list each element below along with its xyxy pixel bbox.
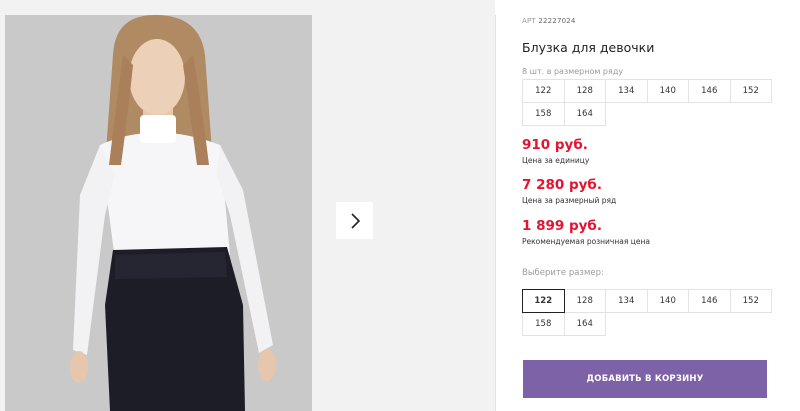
pack-size-cell: 122 [522, 79, 565, 103]
unit-price: 910 руб. [522, 137, 588, 153]
product-gallery [0, 0, 495, 411]
retail-price: 1 899 руб. [522, 218, 602, 234]
unit-price-caption: Цена за единицу [522, 156, 590, 165]
size-picker: 122 128 134 140 146 152 158 164 [522, 289, 772, 336]
size-option[interactable]: 146 [688, 289, 731, 313]
panel-divider [495, 15, 496, 411]
product-photo[interactable] [5, 15, 312, 411]
product-title: Блузка для девочки [522, 40, 655, 55]
pack-size-cell: 158 [522, 102, 565, 126]
pack-size-cell: 152 [729, 79, 772, 103]
article-label: АРТ [522, 17, 536, 25]
article-number: АРТ 22227024 [522, 17, 576, 25]
pack-size-cell: 128 [563, 79, 606, 103]
pack-size-cell: 146 [688, 79, 731, 103]
size-option[interactable]: 164 [563, 312, 606, 336]
pack-size-cell: 164 [563, 102, 606, 126]
pack-sizes-label: 8 шт. в размерном ряду [522, 67, 624, 76]
pack-size-cell: 134 [605, 79, 648, 103]
size-option[interactable]: 128 [563, 289, 606, 313]
add-to-cart-button[interactable]: ДОБАВИТЬ В КОРЗИНУ [523, 360, 767, 398]
product-photo-image [5, 15, 312, 411]
next-image-button[interactable] [336, 202, 373, 239]
size-option-selected[interactable]: 122 [522, 289, 565, 313]
chevron-right-icon [350, 212, 360, 229]
size-option[interactable]: 134 [605, 289, 648, 313]
size-option[interactable]: 152 [729, 289, 772, 313]
retail-price-caption: Рекомендуемая розничная цена [522, 237, 650, 246]
pack-price-caption: Цена за размерный ряд [522, 196, 617, 205]
size-option[interactable]: 140 [646, 289, 689, 313]
article-value: 22227024 [538, 17, 576, 25]
pack-sizes-grid: 122 128 134 140 146 152 158 164 [522, 79, 772, 126]
pack-size-cell: 140 [646, 79, 689, 103]
pack-price: 7 280 руб. [522, 177, 602, 193]
size-option[interactable]: 158 [522, 312, 565, 336]
product-info: АРТ 22227024 Блузка для девочки 8 шт. в … [522, 0, 792, 411]
choose-size-label: Выберите размер: [522, 268, 604, 278]
